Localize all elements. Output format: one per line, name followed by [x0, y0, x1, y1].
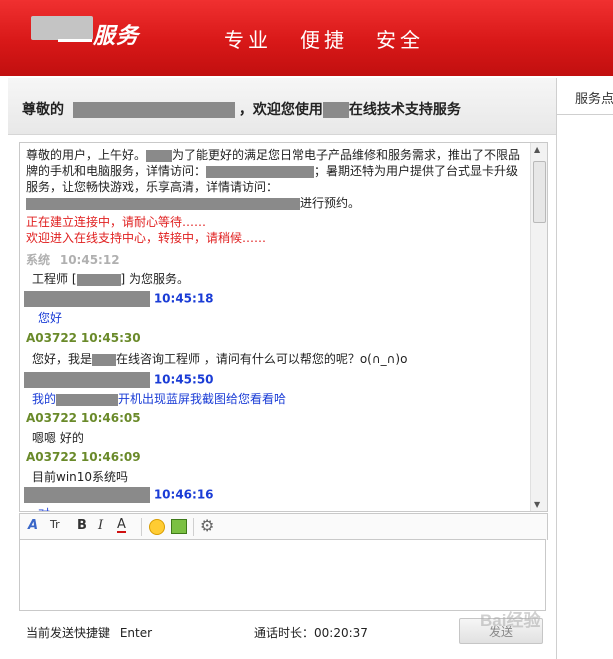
logo-text: 服务: [93, 24, 140, 49]
msg-text: 我的 开机出现蓝屏我截图给您看看哈: [32, 390, 286, 407]
redacted-brand: [322, 102, 349, 118]
font-icon[interactable]: A: [28, 518, 38, 533]
gear-icon[interactable]: ⚙: [200, 516, 214, 535]
msg-text: 嗯嗯 好的: [32, 431, 84, 445]
msg-text-suffix: 在线咨询工程师 ，请问有什么可以帮您的呢？o(∩_∩)o: [116, 352, 408, 366]
chat-scrollbar[interactable]: ▲ ▼: [530, 143, 547, 511]
msg-time: 10:46:16: [153, 487, 214, 502]
msg-time: 10:45:12: [59, 253, 120, 267]
msg-text: 对: [38, 505, 50, 511]
intro-greeting: 尊敬的用户，上午好。: [26, 148, 147, 162]
welcome-prefix: 尊敬的: [22, 102, 64, 118]
redacted-username: [72, 102, 235, 118]
msg-text-prefix: 工程师 [: [32, 272, 77, 286]
welcome-bar: 尊敬的 ，欢迎您使用 在线技术支持服务: [8, 78, 556, 135]
format-toolbar: A Tr B I A ⚙: [19, 513, 548, 540]
emoji-icon[interactable]: [149, 519, 165, 535]
msg-text-suffix: ] 为您服务。: [120, 272, 190, 286]
duration-label: 通话时长：: [254, 626, 315, 640]
bold-icon[interactable]: B: [77, 518, 87, 533]
msg-time: 10:46:09: [80, 450, 141, 464]
shortcut-info: 当前发送快捷键 Enter: [26, 624, 152, 641]
watermark: Bai经验: [480, 611, 541, 630]
msg-header: 10:45:50: [24, 372, 214, 388]
msg-header: 系统 10:45:12: [26, 251, 120, 268]
msg-header: A03722 10:45:30: [26, 331, 141, 345]
message-input[interactable]: [19, 539, 546, 611]
msg-time: 10:45:30: [80, 331, 141, 345]
welcome-middle: ，欢迎您使用: [238, 102, 323, 118]
scroll-up-icon[interactable]: ▲: [534, 145, 540, 154]
sender-name: 系统: [26, 253, 51, 267]
chat-content: 尊敬的用户，上午好。 为了能更好的满足您日常电子产品维修和服务需求，推出了不限品牌…: [20, 143, 528, 511]
msg-text: 目前win10系统吗: [32, 470, 129, 484]
intro-text-3: 进行预约。: [300, 196, 361, 210]
msg-header: A03722 10:46:09: [26, 450, 141, 464]
welcome-suffix: 在线技术支持服务: [348, 102, 461, 118]
tab-service-points-label: 服务点: [575, 92, 613, 107]
right-panel: 服务点: [556, 78, 613, 659]
sender-name: A03722: [26, 331, 78, 345]
intro-message: 尊敬的用户，上午好。 为了能更好的满足您日常电子产品维修和服务需求，推出了不限品牌…: [26, 147, 526, 211]
sender-name: A03722: [26, 411, 78, 425]
slogans: 专业 便捷 安全: [224, 24, 452, 53]
redacted-device: [56, 393, 119, 406]
msg-header: 10:46:16: [24, 487, 214, 503]
msg-header: 10:45:18: [24, 291, 214, 307]
slogan-secure: 安全: [376, 28, 424, 52]
font-size-icon[interactable]: Tr: [50, 518, 60, 531]
msg-time: 10:45:50: [153, 372, 214, 387]
msg-time: 10:45:18: [153, 291, 214, 306]
font-color-icon[interactable]: A: [117, 518, 126, 533]
slogan-convenient: 便捷: [300, 28, 348, 52]
redacted-engineer-id: [76, 273, 121, 286]
screenshot-icon[interactable]: [171, 519, 187, 534]
redacted-user-name: [24, 372, 150, 388]
redacted-brand: [92, 353, 117, 366]
msg-time: 10:46:05: [80, 411, 141, 425]
italic-icon[interactable]: I: [98, 518, 103, 533]
chat-history[interactable]: 尊敬的用户，上午好。 为了能更好的满足您日常电子产品维修和服务需求，推出了不限品牌…: [19, 142, 548, 512]
msg-text-suffix: 开机出现蓝屏我截图给您看看哈: [118, 392, 287, 406]
redacted-link[interactable]: [206, 165, 315, 178]
msg-text: 您好，我是 在线咨询工程师 ，请问有什么可以帮您的呢？o(∩_∩)o: [32, 350, 407, 367]
logo-redacted: [31, 16, 93, 40]
scroll-down-icon[interactable]: ▼: [534, 500, 540, 509]
status-entering: 欢迎进入在线支持中心，转接中，请稍候……: [26, 231, 267, 245]
header-banner: 服务 专业 便捷 安全: [0, 0, 613, 76]
redacted-brand: [146, 149, 173, 162]
tab-service-points[interactable]: 服务点: [557, 78, 613, 115]
sender-name: A03722: [26, 450, 78, 464]
redacted-user-name: [24, 487, 150, 503]
status-connecting: 正在建立连接中，请耐心等待……: [26, 215, 207, 229]
msg-text: 工程师 [ ] 为您服务。: [32, 270, 189, 287]
logo-underline: [58, 39, 92, 42]
shortcut-label: 当前发送快捷键: [26, 626, 111, 640]
duration-value: 00:20:37: [314, 626, 368, 640]
msg-text: 您好: [38, 311, 63, 325]
msg-text-prefix: 我的: [32, 392, 57, 406]
redacted-user-name: [24, 291, 150, 307]
shortcut-key[interactable]: Enter: [120, 626, 152, 640]
redacted-link[interactable]: [26, 197, 300, 210]
msg-text-prefix: 您好，我是: [32, 352, 93, 366]
toolbar-divider: [193, 518, 194, 536]
call-duration: 通话时长：00:20:37: [254, 624, 368, 641]
slogan-professional: 专业: [224, 28, 272, 52]
welcome-text: 尊敬的 ，欢迎您使用 在线技术支持服务: [22, 99, 461, 119]
msg-header: A03722 10:46:05: [26, 411, 141, 425]
toolbar-divider: [141, 518, 142, 536]
scroll-thumb[interactable]: [533, 161, 546, 223]
